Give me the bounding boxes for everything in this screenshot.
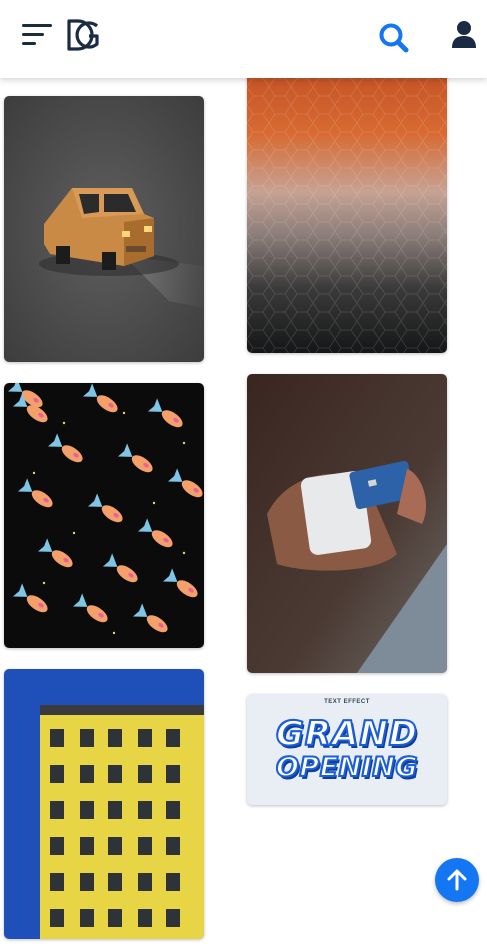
user-icon: [452, 21, 476, 48]
card-payment-terminal-image[interactable]: [247, 374, 447, 673]
dg-logo[interactable]: [66, 18, 100, 52]
lowpoly-car-image[interactable]: [4, 96, 204, 362]
arrow-up-icon: [447, 869, 467, 891]
hamburger-line: [22, 33, 44, 36]
textured-glass-sunset-image[interactable]: [247, 60, 447, 353]
hamburger-menu-icon: [22, 24, 52, 27]
search-icon: [379, 23, 409, 53]
top-header: [0, 0, 487, 78]
user-account-button[interactable]: [450, 20, 478, 50]
grand-text: GRAND: [275, 713, 419, 755]
search-button[interactable]: [378, 22, 410, 54]
menu-button[interactable]: [22, 22, 54, 48]
scroll-to-top-button[interactable]: [435, 858, 479, 902]
text-effect-label: TEXT EFFECT: [324, 699, 370, 705]
goldfish-pattern-image[interactable]: [4, 383, 204, 648]
grand-opening-text-effect-image[interactable]: TEXT EFFECT GRAND OPENING: [247, 694, 447, 805]
opening-text: OPENING: [275, 751, 419, 784]
yellow-building-image[interactable]: [4, 669, 204, 939]
hamburger-line: [22, 42, 36, 45]
